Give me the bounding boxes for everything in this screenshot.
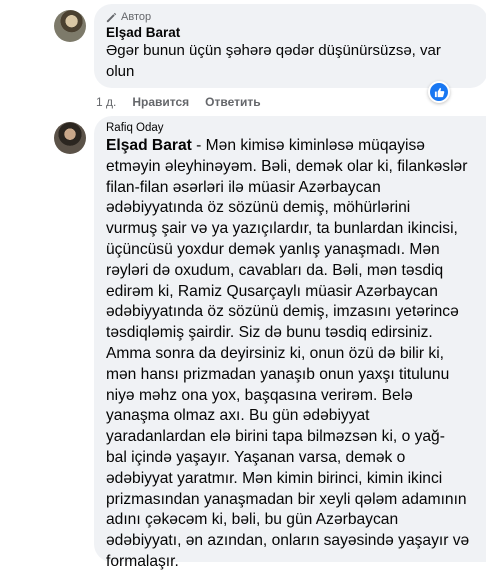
mention-link[interactable]: Elşad Barat — [106, 137, 192, 154]
comment-bubble: Rafiq Oday Elşad Barat - Mən kimisə kimi… — [94, 116, 486, 570]
comment-text: Elşad Barat - Mən kimisə kiminləsə müqay… — [106, 136, 486, 573]
comment-timestamp[interactable]: 1 д. — [96, 95, 116, 109]
like-button[interactable]: Нравится — [132, 95, 189, 109]
comment-author[interactable]: Elşad Barat — [106, 25, 476, 40]
comment-text: Əgər bunun üçün şəhərə qədər düşünürsüzs… — [106, 42, 441, 80]
author-badge: Автор — [106, 11, 476, 23]
comment-body: - Mən kimisə kiminləsə müqayisə etməyin … — [106, 137, 470, 570]
reply-button[interactable]: Ответить — [205, 95, 260, 109]
comment-2: Rafiq Oday Elşad Barat - Mən kimisə kimi… — [54, 116, 486, 570]
author-badge-label: Автор — [121, 11, 152, 23]
avatar[interactable] — [54, 10, 86, 42]
pencil-icon — [106, 12, 117, 22]
comment-actions: 1 д. Нравится Ответить — [96, 95, 261, 109]
reaction-badge[interactable] — [428, 81, 450, 103]
comment-author[interactable]: Rafiq Oday — [106, 122, 486, 134]
avatar[interactable] — [54, 122, 86, 154]
comment-bubble: Автор Elşad Barat Əgər bunun üçün şəhərə… — [94, 4, 486, 88]
comment-1: Автор Elşad Barat Əgər bunun üçün şəhərə… — [54, 4, 486, 88]
thumbs-up-icon — [434, 87, 444, 97]
